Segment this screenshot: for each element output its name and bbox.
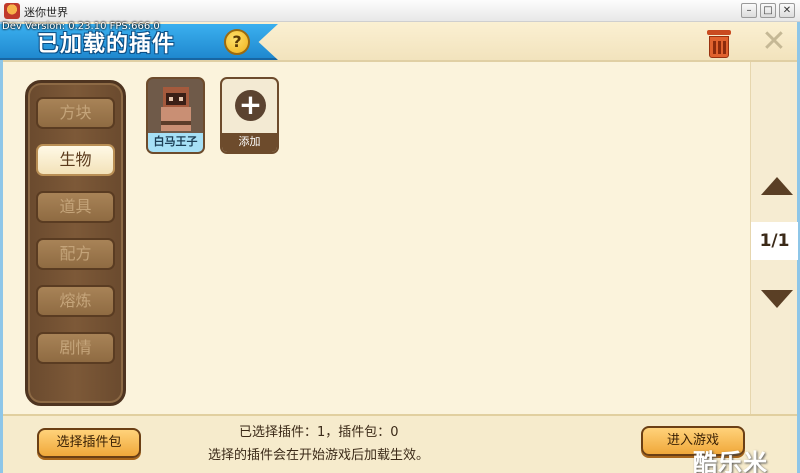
pager: 1/1 (750, 62, 798, 417)
category-recipes[interactable]: 配方 (36, 238, 115, 270)
page-up-icon[interactable] (761, 177, 793, 195)
select-plugin-pack-button[interactable]: 选择插件包 (37, 428, 141, 458)
minimize-button[interactable]: – (741, 3, 757, 18)
help-button[interactable]: ? (224, 29, 250, 55)
trash-icon[interactable] (707, 30, 731, 58)
close-icon[interactable]: ✕ (759, 27, 789, 58)
add-plugin-tile[interactable]: + 添加 (220, 77, 279, 154)
category-story[interactable]: 剧情 (36, 332, 115, 364)
plus-icon: + (235, 90, 266, 121)
debug-overlay: Dev Version: 0.23.10 FPS:666.0 (2, 21, 160, 32)
category-creatures[interactable]: 生物 (36, 144, 115, 176)
plugin-tile-label: 白马王子 (148, 133, 203, 152)
page-indicator: 1/1 (751, 222, 798, 260)
add-plugin-label: 添加 (222, 133, 277, 152)
app-icon (4, 3, 20, 19)
window-title: 迷你世界 (24, 6, 68, 19)
category-sidebar: 方块 生物 道具 配方 熔炼 剧情 (25, 80, 126, 406)
plugin-tile[interactable]: 白马王子 (146, 77, 205, 154)
category-items[interactable]: 道具 (36, 191, 115, 223)
window-close-button[interactable]: ✕ (779, 3, 795, 18)
selection-status: 已选择插件：1，插件包：0 (239, 425, 399, 440)
watermark: 酷乐米 (693, 449, 768, 473)
category-smelting[interactable]: 熔炼 (36, 285, 115, 317)
maximize-button[interactable]: □ (760, 3, 776, 18)
window-titlebar: 迷你世界 – □ ✕ (0, 0, 800, 22)
category-blocks[interactable]: 方块 (36, 97, 115, 129)
page-down-icon[interactable] (761, 290, 793, 308)
plugin-panel: 已加载的插件 ? ✕ 方块 生物 道具 配方 熔炼 剧情 白马王子 + 添加 1… (0, 22, 800, 473)
footer-bar: 选择插件包 已选择插件：1，插件包：0 选择的插件会在开始游戏后加载生效。 进入… (3, 414, 797, 473)
load-notice: 选择的插件会在开始游戏后加载生效。 (208, 448, 430, 463)
